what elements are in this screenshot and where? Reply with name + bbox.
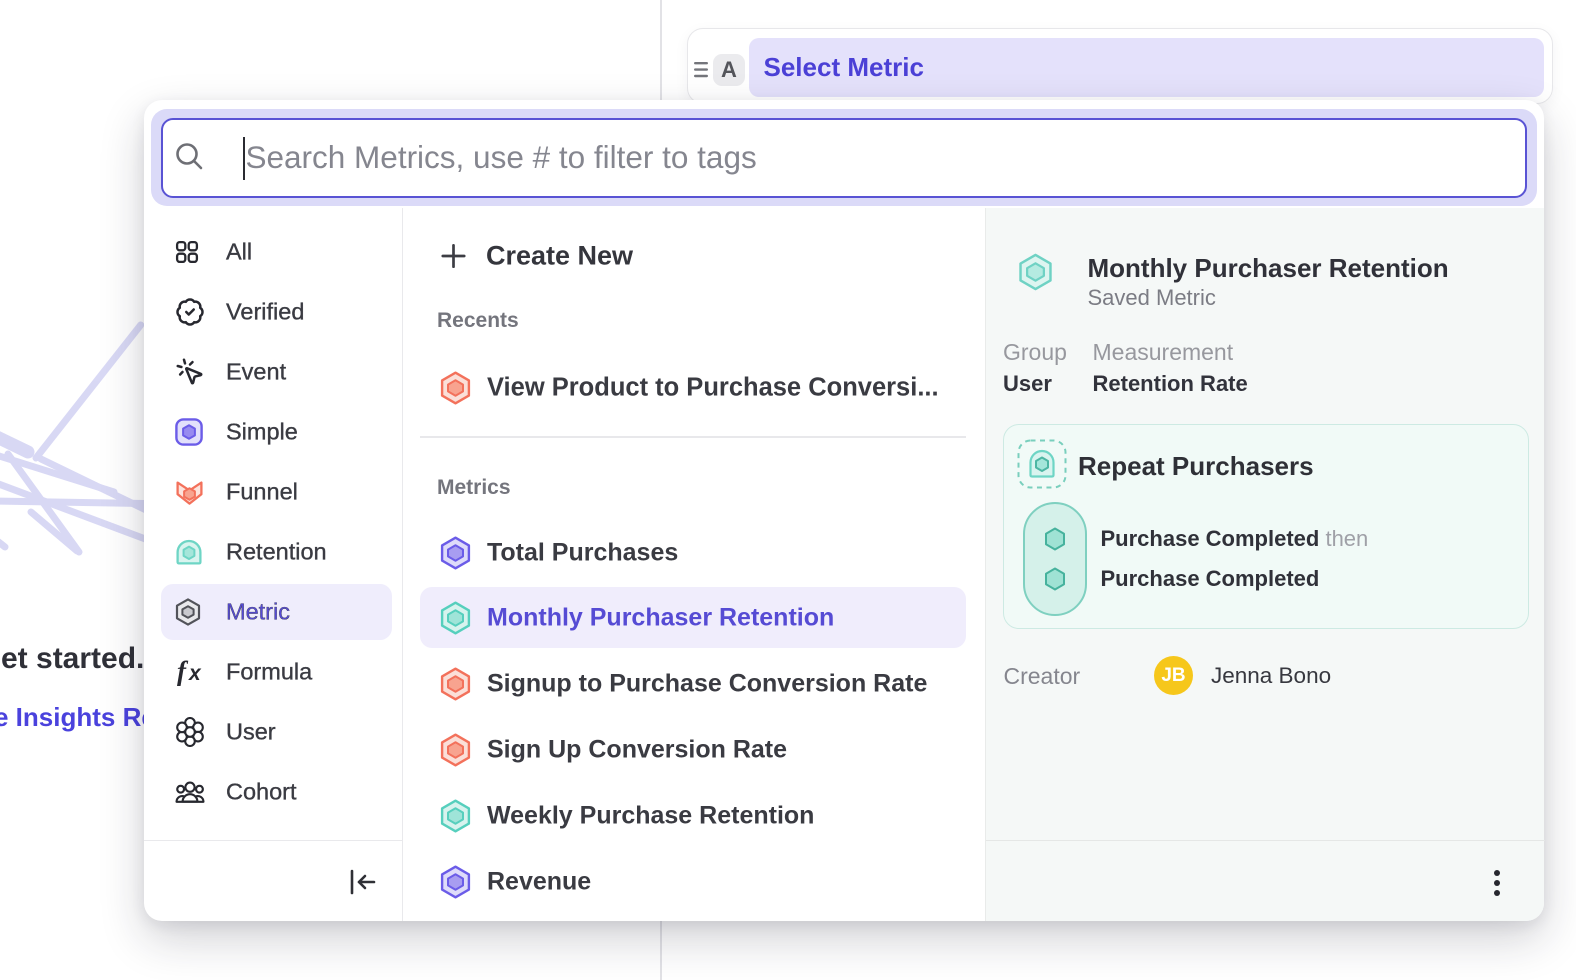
svg-text:x: x	[188, 662, 202, 685]
svg-text:f: f	[177, 657, 189, 686]
